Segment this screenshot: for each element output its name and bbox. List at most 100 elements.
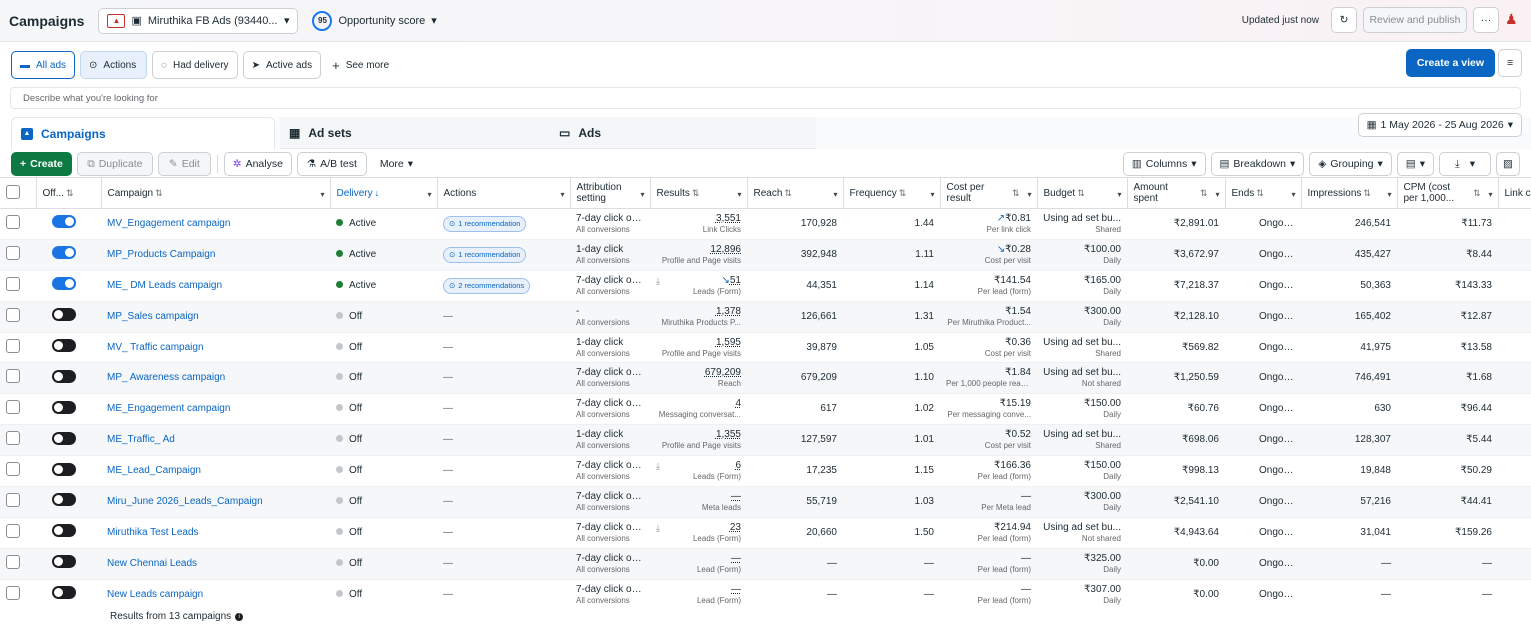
campaign-toggle[interactable] [52,246,76,260]
select-all-checkbox[interactable] [6,184,20,199]
row-checkbox[interactable] [6,369,20,384]
row-checkbox[interactable] [6,276,20,291]
profile-avatar[interactable]: ♟ [1505,11,1523,29]
create-view-button[interactable]: Create a view [1405,49,1495,77]
table-row[interactable]: New Chennai Leads Off — 7-day click or .… [0,548,1531,580]
budget-value[interactable]: ₹100.00 [1043,244,1121,256]
table-row[interactable]: Miru_June 2026_Leads_Campaign Off — 7-da… [0,486,1531,518]
row-checkbox[interactable] [6,462,20,477]
row-checkbox[interactable] [6,400,20,415]
row-checkbox[interactable] [6,585,20,600]
col-link-clicks[interactable]: Link c [1498,177,1531,209]
view-all-ads[interactable]: ▬ All ads [11,51,76,79]
campaign-name-link[interactable]: Miruthika Test Leads [107,527,199,538]
budget-value[interactable]: ₹307.00 [1043,584,1121,596]
budget-value[interactable]: Using ad set bu... [1043,213,1121,225]
account-selector[interactable]: ▲ ▣ Miruthika FB Ads (93440... ▾ [98,7,299,34]
col-frequency[interactable]: Frequency ⇅ ▾ [843,177,941,209]
see-more-button[interactable]: + See more [332,58,389,73]
chart-button[interactable]: ▨ [1496,152,1520,176]
table-row[interactable]: MP_Sales campaign Off — - All conversions… [0,301,1531,333]
opportunity-score[interactable]: 95 Opportunity score ▾ [312,10,437,31]
row-checkbox[interactable] [6,523,20,538]
duplicate-button[interactable]: ⧉ Duplicate [76,152,153,176]
campaign-name-link[interactable]: MP_Products Campaign [107,249,215,260]
campaign-toggle[interactable] [52,431,76,445]
breakdown-button[interactable]: ▤ Breakdown ▾ [1210,152,1305,176]
campaign-name-link[interactable]: ME_Traffic_ Ad [107,434,175,445]
export-button[interactable]: ⤓ ▾ [1439,152,1491,176]
campaign-toggle[interactable] [52,277,76,291]
recommendation-badge[interactable]: ⊙ 1 recommendation [443,215,527,232]
budget-value[interactable]: ₹165.00 [1043,275,1121,287]
table-row[interactable]: Miruthika Test Leads Off — 7-day click o… [0,517,1531,549]
campaign-toggle[interactable] [52,369,76,383]
table-row[interactable]: ME_Lead_Campaign Off — 7-day click or ..… [0,455,1531,488]
col-budget[interactable]: Budget ⇅ ▾ [1037,177,1128,209]
campaign-toggle[interactable] [52,339,76,352]
campaign-toggle[interactable] [52,400,76,414]
campaign-name-link[interactable]: Miru_June 2026_Leads_Campaign [107,496,263,507]
more-button[interactable]: More ▾ [371,152,422,176]
table-row[interactable]: ME_ DM Leads campaign Active ⊙ 2 recommen… [0,270,1531,302]
row-checkbox[interactable] [6,245,20,260]
table-row[interactable]: MP_Products Campaign Active ⊙ 1 recommend… [0,239,1531,271]
row-checkbox[interactable] [6,307,20,322]
table-row[interactable]: ME_Engagement campaign Off — 7-day click… [0,393,1531,426]
tab-campaigns[interactable]: ▲ Campaigns [11,117,275,149]
recommendation-badge[interactable]: ⊙ 2 recommendations [443,277,531,294]
row-checkbox[interactable] [6,431,20,446]
ab-test-button[interactable]: ⚗ A/B test [296,152,367,176]
campaign-name-link[interactable]: ME_Lead_Campaign [107,465,201,476]
col-actions[interactable]: Actions ▾ [437,177,571,209]
row-checkbox[interactable] [6,338,20,353]
col-results[interactable]: Results ⇅ ▾ [650,177,748,209]
col-reach[interactable]: Reach ⇅ ▾ [747,177,844,209]
campaign-toggle[interactable] [52,524,76,538]
analyse-button[interactable]: ✲ Analyse [223,152,292,176]
table-row[interactable]: MV_Engagement campaign Active ⊙ 1 recomme… [0,208,1531,240]
refresh-button[interactable]: ↻ [1331,7,1357,33]
info-icon[interactable]: i [235,612,244,621]
budget-value[interactable]: Using ad set bu... [1043,522,1121,534]
col-attribution[interactable]: Attribution setting ▾ [570,177,651,209]
more-options-button[interactable]: ··· [1473,7,1499,33]
edit-button[interactable]: ✎ Edit [157,152,211,176]
campaign-name-link[interactable]: MP_ Awareness campaign [107,372,225,383]
search-input[interactable]: Describe what you're looking for [10,87,1521,109]
campaign-toggle[interactable] [52,308,76,322]
row-checkbox[interactable] [6,492,20,507]
budget-value[interactable]: ₹325.00 [1043,553,1121,565]
col-cost-per-result[interactable]: Cost per result ⇅ ▾ [940,177,1038,209]
table-row[interactable]: MV_ Traffic campaign Off — 1-day click Al… [0,332,1531,364]
tab-ads[interactable]: ▭ Ads [550,117,816,149]
view-actions[interactable]: ⊙ Actions [80,51,148,79]
col-campaign[interactable]: Campaign ⇅ ▾ [101,177,331,209]
budget-value[interactable]: ₹300.00 [1043,306,1121,318]
view-settings-button[interactable]: ≡ [1498,49,1522,77]
budget-value[interactable]: Using ad set bu... [1043,367,1121,379]
budget-value[interactable]: Using ad set bu... [1043,429,1121,441]
row-checkbox[interactable] [6,214,20,229]
col-ends[interactable]: Ends ⇅ ▾ [1225,177,1302,209]
table-row[interactable]: ME_Traffic_ Ad Off — 1-day click All conv… [0,424,1531,457]
budget-value[interactable]: Using ad set bu... [1043,337,1121,349]
table-row[interactable]: MP_ Awareness campaign Off — 7-day click… [0,362,1531,395]
budget-value[interactable]: ₹150.00 [1043,460,1121,472]
campaign-name-link[interactable]: MP_Sales campaign [107,311,199,322]
campaign-toggle[interactable] [52,215,76,229]
col-amount-spent[interactable]: Amount spent ⇅ ▾ [1127,177,1226,209]
col-delivery[interactable]: Delivery ↓ ▾ [330,177,438,209]
grouping-button[interactable]: ◈ Grouping ▾ [1309,152,1392,176]
campaign-name-link[interactable]: ME_ DM Leads campaign [107,280,222,291]
recommendation-badge[interactable]: ⊙ 1 recommendation [443,246,527,263]
create-button[interactable]: + Create [11,152,72,176]
campaign-toggle[interactable] [52,586,76,600]
table-row[interactable]: New Leads campaign Off — 7-day click or … [0,579,1531,607]
col-cpm[interactable]: CPM (cost per 1,000... ⇅ ▾ [1397,177,1499,209]
view-had-delivery[interactable]: ◌ Had delivery [152,51,238,79]
reports-button[interactable]: ▤ ▾ [1396,152,1434,176]
date-range-picker[interactable]: ▦ 1 May 2026 - 25 Aug 2026 ▾ [1357,113,1522,137]
budget-value[interactable]: ₹150.00 [1043,398,1121,410]
campaign-name-link[interactable]: MV_Engagement campaign [107,218,230,229]
